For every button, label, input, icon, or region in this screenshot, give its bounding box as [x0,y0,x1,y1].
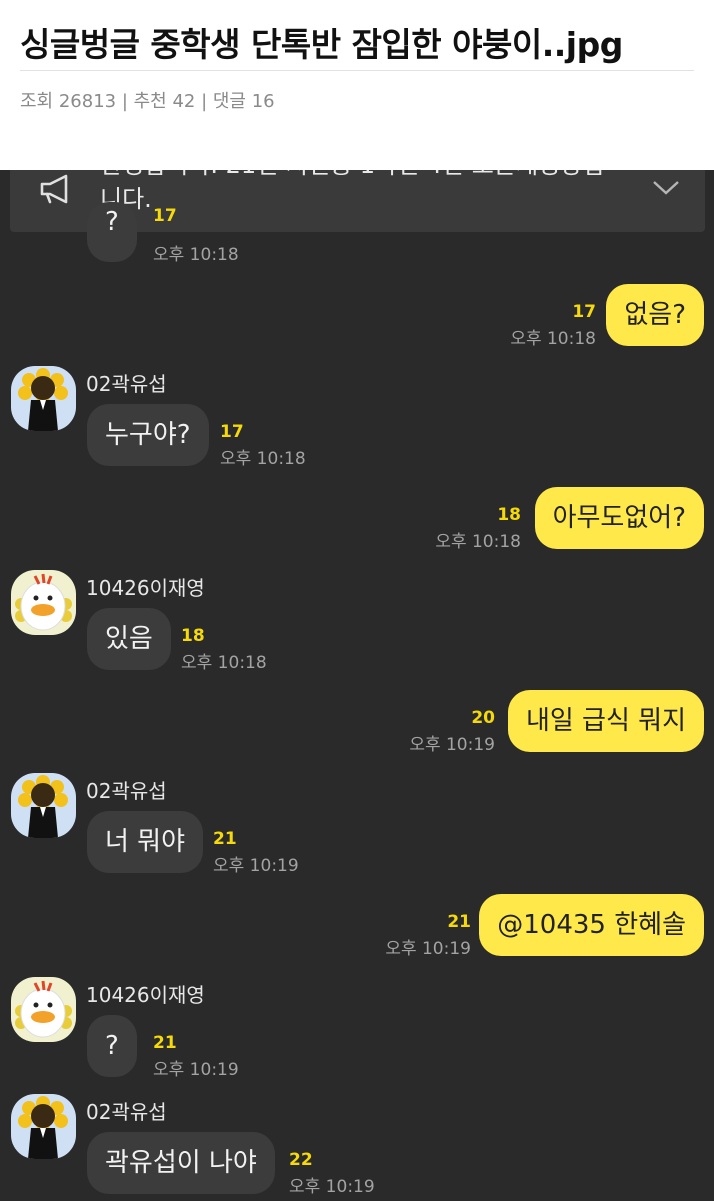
sender-name: 10426이재영 [86,983,205,1007]
message-bubble[interactable]: 내일 급식 뭐지 [507,690,704,752]
unread-count: 17 [220,422,244,442]
duck-sunflower-avatar[interactable] [11,570,76,635]
unread-count: 21 [213,829,237,849]
sender-name: 02곽유섭 [86,372,167,396]
unread-count: 20 [471,708,495,728]
megaphone-icon [40,174,68,204]
message-time: 오후 10:19 [385,939,471,959]
message-bubble[interactable]: 누구야? [87,404,209,466]
duck-sunflower-avatar[interactable] [11,977,76,1042]
post-header: 싱글벙글 중학생 단톡반 잠입한 야붕이..jpg 조회 26813 | 추천 … [0,0,714,170]
post-meta: 조회 26813 | 추천 42 | 댓글 16 [20,91,275,112]
message-bubble[interactable]: ? [87,1015,137,1077]
sender-name: 10426이재영 [86,576,205,600]
sender-name: 02곽유섭 [86,779,167,803]
message-bubble[interactable]: 없음? [606,284,704,346]
message-bubble[interactable]: 아무도없어? [534,487,704,549]
header-divider [20,70,694,71]
message-time: 오후 10:19 [289,1177,375,1197]
message-bubble[interactable]: 너 뭐야 [87,811,204,873]
post-title[interactable]: 싱글벙글 중학생 단톡반 잠입한 야붕이..jpg [20,18,623,66]
mention-bubble[interactable]: @10435 한혜솔 [479,894,704,956]
message-time: 오후 10:19 [213,856,299,876]
black-sunflower-avatar[interactable] [11,366,76,431]
chevron-down-icon[interactable] [651,178,681,198]
black-sunflower-avatar[interactable] [11,773,76,838]
message-time: 오후 10:19 [409,735,495,755]
message-bubble[interactable]: 있음 [87,608,171,670]
unread-count: 21 [153,1033,177,1053]
message-bubble[interactable]: 곽유섭이 나야 [87,1132,275,1194]
message-time: 오후 10:18 [510,329,596,349]
message-time: 오후 10:18 [181,653,267,673]
chat-screenshot: 환영합니다. 21번 지신용 1학년 4반 오픈채팅방입니다. ? 17 오후 … [0,170,714,1201]
unread-count: 18 [497,505,521,525]
message-time: 오후 10:19 [153,1060,239,1080]
unread-count: 17 [572,302,596,322]
message-time: 오후 10:18 [220,449,306,469]
unread-count: 18 [181,626,205,646]
unread-count: 21 [447,912,471,932]
message-time: 오후 10:18 [435,532,521,552]
unread-count: 22 [289,1150,313,1170]
message-bubble[interactable]: ? [87,202,137,262]
notice-text: 환영합니다. 21번 지신용 1학년 4반 오픈채팅방입니다. [100,170,604,213]
message-time: 오후 10:18 [153,245,239,265]
unread-count: 17 [153,206,177,226]
black-sunflower-avatar[interactable] [11,1094,76,1159]
sender-name: 02곽유섭 [86,1100,167,1124]
